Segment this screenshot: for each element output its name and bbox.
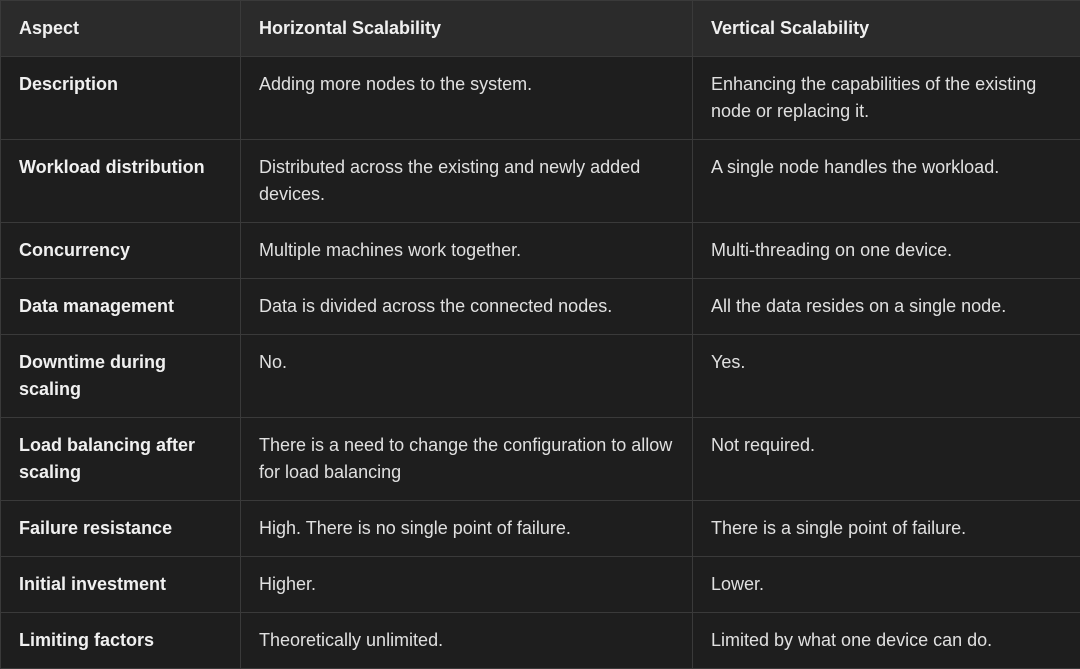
scalability-comparison-table: Aspect Horizontal Scalability Vertical S… bbox=[0, 0, 1080, 669]
table-row: Description Adding more nodes to the sys… bbox=[1, 57, 1080, 140]
cell-vertical: A single node handles the workload. bbox=[693, 140, 1080, 223]
cell-aspect: Description bbox=[1, 57, 241, 140]
cell-aspect: Initial investment bbox=[1, 557, 241, 613]
cell-vertical: All the data resides on a single node. bbox=[693, 279, 1080, 335]
cell-horizontal: Data is divided across the connected nod… bbox=[241, 279, 693, 335]
cell-horizontal: Multiple machines work together. bbox=[241, 223, 693, 279]
header-vertical: Vertical Scalability bbox=[693, 1, 1080, 57]
cell-vertical: Enhancing the capabilities of the existi… bbox=[693, 57, 1080, 140]
header-aspect: Aspect bbox=[1, 1, 241, 57]
cell-vertical: There is a single point of failure. bbox=[693, 501, 1080, 557]
cell-horizontal: Theoretically unlimited. bbox=[241, 613, 693, 669]
cell-aspect: Downtime during scaling bbox=[1, 335, 241, 418]
cell-horizontal: High. There is no single point of failur… bbox=[241, 501, 693, 557]
cell-horizontal: No. bbox=[241, 335, 693, 418]
cell-aspect: Load balancing after scaling bbox=[1, 418, 241, 501]
cell-aspect: Workload distribution bbox=[1, 140, 241, 223]
cell-aspect: Limiting factors bbox=[1, 613, 241, 669]
cell-vertical: Yes. bbox=[693, 335, 1080, 418]
cell-aspect: Data management bbox=[1, 279, 241, 335]
table-row: Load balancing after scaling There is a … bbox=[1, 418, 1080, 501]
cell-horizontal: Distributed across the existing and newl… bbox=[241, 140, 693, 223]
cell-vertical: Multi-threading on one device. bbox=[693, 223, 1080, 279]
table-row: Initial investment Higher. Lower. bbox=[1, 557, 1080, 613]
table-row: Workload distribution Distributed across… bbox=[1, 140, 1080, 223]
cell-aspect: Concurrency bbox=[1, 223, 241, 279]
cell-aspect: Failure resistance bbox=[1, 501, 241, 557]
cell-horizontal: There is a need to change the configurat… bbox=[241, 418, 693, 501]
cell-horizontal: Higher. bbox=[241, 557, 693, 613]
cell-vertical: Not required. bbox=[693, 418, 1080, 501]
table-row: Data management Data is divided across t… bbox=[1, 279, 1080, 335]
table-row: Limiting factors Theoretically unlimited… bbox=[1, 613, 1080, 669]
cell-vertical: Limited by what one device can do. bbox=[693, 613, 1080, 669]
cell-vertical: Lower. bbox=[693, 557, 1080, 613]
table-row: Failure resistance High. There is no sin… bbox=[1, 501, 1080, 557]
table-row: Concurrency Multiple machines work toget… bbox=[1, 223, 1080, 279]
cell-horizontal: Adding more nodes to the system. bbox=[241, 57, 693, 140]
table-row: Downtime during scaling No. Yes. bbox=[1, 335, 1080, 418]
table-header-row: Aspect Horizontal Scalability Vertical S… bbox=[1, 1, 1080, 57]
header-horizontal: Horizontal Scalability bbox=[241, 1, 693, 57]
